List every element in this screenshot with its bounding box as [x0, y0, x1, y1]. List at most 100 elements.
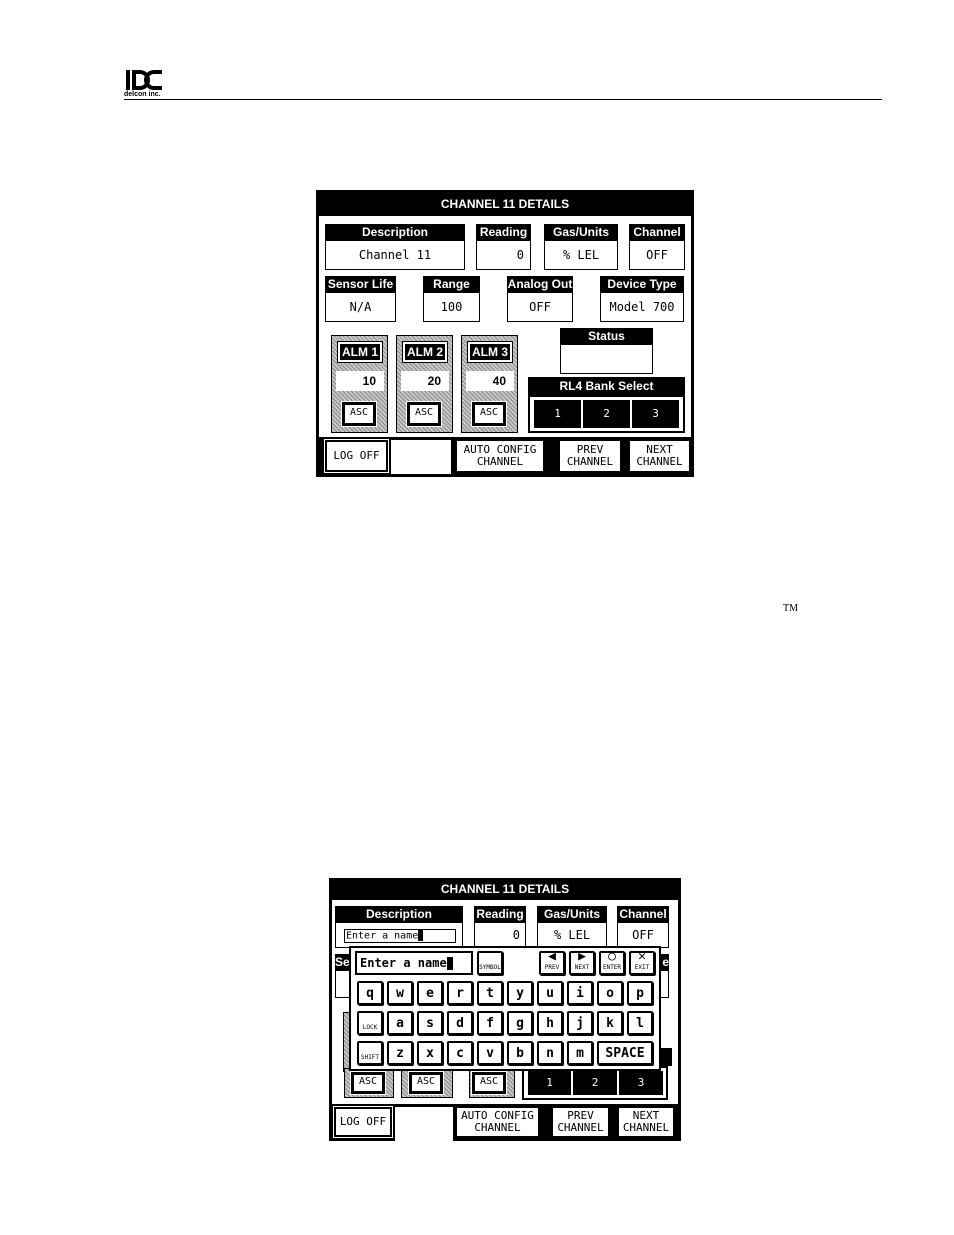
- keyboard-entry-field[interactable]: Enter a name: [355, 951, 473, 975]
- key-l[interactable]: l: [627, 1011, 653, 1035]
- key-u[interactable]: u: [537, 981, 563, 1005]
- alarm-2-asc-button[interactable]: ASC: [406, 401, 442, 427]
- alarm-2-asc-button[interactable]: ASC: [408, 1071, 444, 1095]
- log-off-button[interactable]: LOG OFF: [324, 439, 389, 473]
- prev-label-2: CHANNEL: [557, 1121, 604, 1134]
- sensor-life-value: N/A: [325, 292, 396, 322]
- enter-key-label: ENTER: [602, 964, 622, 971]
- space-key[interactable]: SPACE: [597, 1041, 653, 1065]
- key-d[interactable]: d: [447, 1011, 473, 1035]
- prev-key[interactable]: ◀ PREV: [539, 949, 565, 975]
- description-label: Description: [335, 906, 463, 922]
- next-channel-button[interactable]: NEXT CHANNEL: [618, 1107, 674, 1137]
- key-m[interactable]: m: [567, 1041, 593, 1065]
- keyboard-entry-text: Enter a name: [360, 956, 447, 970]
- key-g[interactable]: g: [507, 1011, 533, 1035]
- left-arrow-icon: ◀: [548, 949, 556, 964]
- alarm-2-label: ALM 2: [402, 341, 448, 363]
- next-channel-button[interactable]: NEXT CHANNEL: [629, 440, 690, 472]
- range-value[interactable]: 100: [423, 292, 480, 322]
- log-off-label: LOG OFF: [333, 449, 380, 462]
- bank-button-3[interactable]: 3: [631, 399, 680, 429]
- key-h[interactable]: h: [537, 1011, 563, 1035]
- key-k[interactable]: k: [597, 1011, 623, 1035]
- channel-label: Channel: [617, 906, 669, 922]
- key-f[interactable]: f: [477, 1011, 503, 1035]
- alarm-3-asc-button[interactable]: ASC: [471, 1071, 507, 1095]
- analog-out-value[interactable]: OFF: [507, 292, 573, 322]
- next-key[interactable]: ▶ NEXT: [569, 949, 595, 975]
- onscreen-keyboard: Enter a name SYMBOL ◀ PREV ▶ NEXT ○ ENTE…: [349, 946, 661, 1071]
- key-x[interactable]: x: [417, 1041, 443, 1065]
- description-field[interactable]: Channel 11: [325, 240, 465, 270]
- key-w[interactable]: w: [387, 981, 413, 1005]
- auto-config-channel-button[interactable]: AUTO CONFIG CHANNEL: [456, 440, 544, 472]
- key-z[interactable]: z: [387, 1041, 413, 1065]
- key-t[interactable]: t: [477, 981, 503, 1005]
- channel-value[interactable]: OFF: [629, 240, 685, 270]
- key-o[interactable]: o: [597, 981, 623, 1005]
- key-p[interactable]: p: [627, 981, 653, 1005]
- alarm-2-value[interactable]: 20: [401, 371, 449, 391]
- bank-button-3[interactable]: 3: [618, 1070, 664, 1096]
- key-a[interactable]: a: [387, 1011, 413, 1035]
- alarm-1-asc-button[interactable]: ASC: [350, 1071, 386, 1095]
- channel-value[interactable]: OFF: [617, 922, 669, 948]
- bottom-gap: [391, 440, 451, 474]
- enter-circle-icon: ○: [608, 949, 616, 964]
- device-type-value[interactable]: Model 700: [600, 292, 684, 322]
- range-label: Range: [423, 276, 480, 292]
- screen-title: CHANNEL 11 DETAILS: [440, 197, 570, 211]
- key-y[interactable]: y: [507, 981, 533, 1005]
- channel-details-screen: CHANNEL 11 DETAILS Description Channel 1…: [316, 190, 694, 477]
- gas-units-value: % LEL: [544, 240, 618, 270]
- lock-key[interactable]: LOCK: [357, 1011, 383, 1035]
- alarm-1-asc-button[interactable]: ASC: [341, 401, 377, 427]
- key-r[interactable]: r: [447, 981, 473, 1005]
- channel-label: Channel: [629, 224, 685, 240]
- key-j[interactable]: j: [567, 1011, 593, 1035]
- reading-label: Reading: [474, 906, 526, 922]
- key-b[interactable]: b: [507, 1041, 533, 1065]
- key-q[interactable]: q: [357, 981, 383, 1005]
- alarm-3-value[interactable]: 40: [466, 371, 514, 391]
- symbol-key-label: SYMBOL: [479, 964, 501, 971]
- key-n[interactable]: n: [537, 1041, 563, 1065]
- log-off-label: LOG OFF: [339, 1115, 387, 1128]
- bank-label-partial: [660, 1048, 672, 1066]
- lock-key-label: LOCK: [362, 1024, 378, 1031]
- exit-key[interactable]: ✕ EXIT: [629, 949, 655, 975]
- key-c[interactable]: c: [447, 1041, 473, 1065]
- close-icon: ✕: [638, 949, 646, 964]
- bank-button-2[interactable]: 2: [582, 399, 631, 429]
- bank-button-1[interactable]: 1: [527, 1070, 572, 1096]
- prev-channel-button[interactable]: PREV CHANNEL: [559, 440, 621, 472]
- bottom-gap: [395, 1107, 453, 1141]
- right-arrow-icon: ▶: [578, 949, 586, 964]
- device-type-label: Device Type: [600, 276, 684, 292]
- channel-details-keyboard-screen: CHANNEL 11 DETAILS Description Enter a n…: [329, 878, 681, 1141]
- prev-channel-button[interactable]: PREV CHANNEL: [552, 1107, 609, 1137]
- key-v[interactable]: v: [477, 1041, 503, 1065]
- enter-key[interactable]: ○ ENTER: [599, 949, 625, 975]
- bank-button-2[interactable]: 2: [572, 1070, 618, 1096]
- symbol-key[interactable]: SYMBOL: [477, 951, 503, 975]
- shift-key[interactable]: SHIFT: [357, 1041, 383, 1065]
- auto-config-channel-button[interactable]: AUTO CONFIG CHANNEL: [456, 1107, 539, 1137]
- auto-config-label-2: CHANNEL: [476, 455, 524, 468]
- prev-label-2: CHANNEL: [566, 455, 614, 468]
- reading-value: 0: [476, 240, 531, 270]
- status-label: Status: [560, 328, 653, 344]
- log-off-button[interactable]: LOG OFF: [333, 1106, 393, 1138]
- key-e[interactable]: e: [417, 981, 443, 1005]
- shift-key-label: SHIFT: [360, 1054, 380, 1061]
- alarm-3-asc-button[interactable]: ASC: [471, 401, 507, 427]
- description-label: Description: [325, 224, 465, 240]
- key-i[interactable]: i: [567, 981, 593, 1005]
- key-s[interactable]: s: [417, 1011, 443, 1035]
- description-field[interactable]: Enter a name: [344, 929, 456, 943]
- next-key-label: NEXT: [574, 964, 590, 971]
- bank-button-1[interactable]: 1: [533, 399, 582, 429]
- alarm-1-value[interactable]: 10: [336, 371, 384, 391]
- gas-units-label: Gas/Units: [544, 224, 618, 240]
